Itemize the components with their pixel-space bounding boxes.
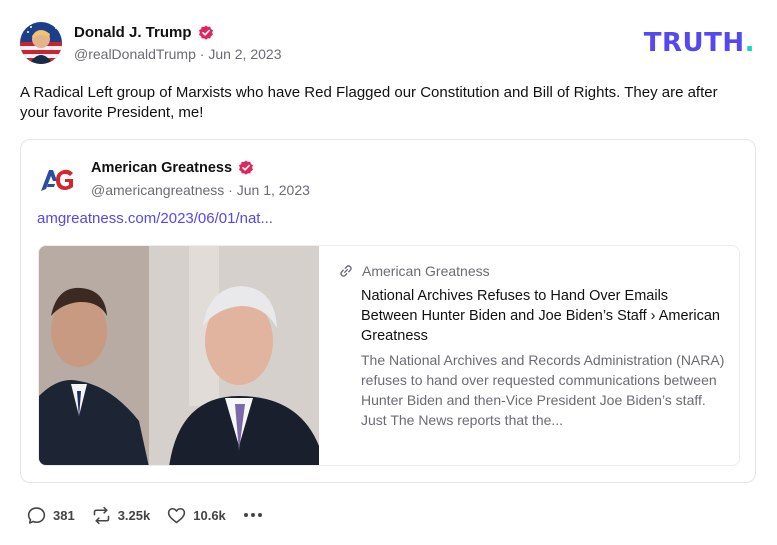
quoted-post[interactable]: American Greatness @americangreatness · … (20, 139, 756, 483)
author-handle[interactable]: @realDonaldTrump (74, 46, 196, 62)
post-date[interactable]: Jun 2, 2023 (208, 46, 281, 62)
brand-main: TRUTH (643, 28, 745, 58)
retruth-button[interactable]: 3.25k (91, 505, 151, 526)
american-greatness-logo-icon[interactable] (39, 167, 77, 193)
truth-post: Donald J. Trump @realDonaldTrump · Jun 2… (0, 0, 777, 545)
quote-date[interactable]: Jun 1, 2023 (237, 182, 310, 198)
truth-logo[interactable]: TRUTH. (644, 28, 755, 58)
link-preview-description: The National Archives and Records Admini… (361, 352, 725, 428)
reply-icon (27, 506, 46, 524)
author-avatar[interactable] (20, 22, 62, 64)
post-actions: 381 3.25k 10.6k (26, 504, 264, 526)
brand-dot: . (744, 28, 755, 58)
link-preview-card[interactable]: American Greatness National Archives Ref… (38, 245, 740, 466)
link-preview-source: American Greatness (339, 263, 490, 279)
meta-separator: · (228, 182, 233, 198)
reply-button[interactable]: 381 (26, 505, 75, 526)
retruth-icon (93, 506, 109, 524)
verified-badge-icon (239, 160, 254, 175)
quote-link[interactable]: amgreatness.com/2023/06/01/nat... (37, 210, 273, 227)
verified-badge-icon (198, 25, 213, 40)
quote-handle[interactable]: @americangreatness (91, 182, 224, 198)
more-icon (243, 513, 262, 517)
like-button[interactable]: 10.6k (166, 505, 226, 526)
heart-icon (168, 507, 186, 523)
author-meta: @realDonaldTrump · Jun 2, 2023 (74, 46, 281, 62)
author-name[interactable]: Donald J. Trump (74, 24, 192, 41)
retruth-count: 3.25k (117, 507, 151, 523)
quote-author-name[interactable]: American Greatness (91, 160, 232, 176)
more-options-button[interactable] (242, 504, 264, 526)
link-icon (340, 265, 352, 277)
link-preview-source-name: American Greatness (362, 263, 490, 279)
quote-meta: @americangreatness · Jun 1, 2023 (91, 182, 310, 198)
post-text: A Radical Left group of Marxists who hav… (20, 84, 718, 121)
link-preview-title[interactable]: National Archives Refuses to Hand Over E… (361, 286, 721, 346)
article-image (39, 246, 319, 465)
quote-author-row[interactable]: American Greatness (91, 160, 254, 176)
reply-count: 381 (53, 507, 75, 523)
meta-separator: · (199, 46, 205, 62)
like-count: 10.6k (193, 507, 226, 523)
author-name-row[interactable]: Donald J. Trump (74, 24, 214, 41)
